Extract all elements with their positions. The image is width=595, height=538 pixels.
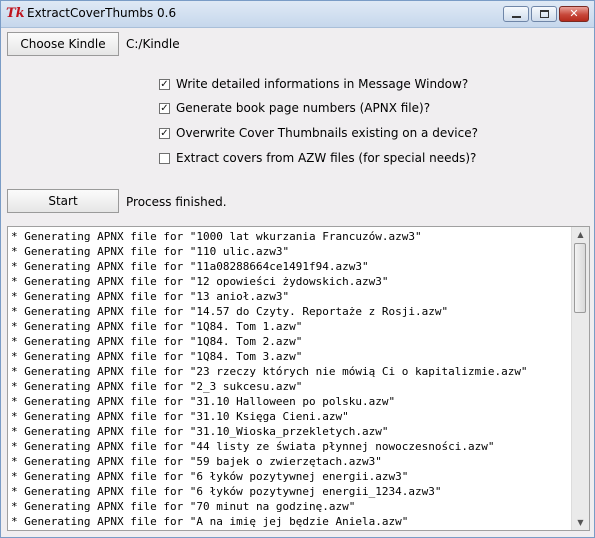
message-window[interactable]: * Generating APNX file for "1000 lat wku… [7, 226, 590, 531]
log-line: * Generating APNX file for "1000 lat wku… [11, 230, 422, 243]
choose-kindle-button[interactable]: Choose Kindle [7, 32, 119, 56]
log-line: * Generating APNX file for "A na imię je… [11, 515, 409, 528]
log-line: * Generating APNX file for "1Q84. Tom 3.… [11, 350, 303, 363]
log-line: * Generating APNX file for "13 anioł.azw… [11, 290, 290, 303]
minimize-button[interactable] [503, 6, 529, 22]
log-lines: * Generating APNX file for "1000 lat wku… [11, 229, 571, 529]
maximize-button[interactable] [531, 6, 557, 22]
app-window: Tk ExtractCoverThumbs 0.6 ✕ Choose Kindl… [0, 0, 595, 538]
log-line: * Generating APNX file for "70 minut na … [11, 500, 356, 513]
log-line: * Generating APNX file for "2_3 sukcesu.… [11, 380, 303, 393]
log-line: * Generating APNX file for "1Q84. Tom 1.… [11, 320, 303, 333]
log-line: * Generating APNX file for "31.10 Księga… [11, 410, 349, 423]
log-line: * Generating APNX file for "110 ulic.azw… [11, 245, 290, 258]
scroll-up-icon[interactable]: ▲ [573, 227, 588, 242]
log-line: * Generating APNX file for "12 opowieści… [11, 275, 389, 288]
close-button[interactable]: ✕ [559, 6, 589, 22]
checkbox[interactable]: ✓ [159, 79, 170, 90]
scrollbar-thumb[interactable] [574, 243, 586, 313]
log-line: * Generating APNX file for "44 listy ze … [11, 440, 495, 453]
title-bar[interactable]: Tk ExtractCoverThumbs 0.6 ✕ [1, 1, 594, 28]
close-icon: ✕ [569, 7, 579, 20]
checkbox[interactable] [159, 153, 170, 164]
log-line: * Generating APNX file for "14.57 do Czy… [11, 305, 449, 318]
window-title: ExtractCoverThumbs 0.6 [27, 6, 177, 20]
tk-feather-icon[interactable]: Tk [6, 5, 25, 22]
option-label: Write detailed informations in Message W… [176, 77, 469, 91]
maximize-icon [540, 10, 549, 18]
main-panel: Choose Kindle C:/Kindle ✓ Write detailed… [1, 28, 594, 537]
scroll-down-icon[interactable]: ▼ [573, 515, 588, 530]
option-label: Extract covers from AZW files (for speci… [176, 151, 477, 165]
log-line: * Generating APNX file for "23 rzeczy kt… [11, 365, 528, 378]
vertical-scrollbar[interactable]: ▲ ▼ [571, 227, 589, 530]
log-line: * Generating APNX file for "6 łyków pozy… [11, 485, 442, 498]
start-button[interactable]: Start [7, 189, 119, 213]
log-line: * Generating APNX file for "31.10_Wioska… [11, 425, 389, 438]
log-line: * Generating APNX file for "1Q84. Tom 2.… [11, 335, 303, 348]
checkbox[interactable]: ✓ [159, 128, 170, 139]
log-line: * Generating APNX file for "31.10 Hallow… [11, 395, 396, 408]
option-label: Overwrite Cover Thumbnails existing on a… [176, 126, 478, 140]
status-label: Process finished. [126, 195, 227, 209]
log-line: * Generating APNX file for "11a08288664c… [11, 260, 369, 273]
kindle-path-label: C:/Kindle [126, 37, 180, 51]
log-line: * Generating APNX file for "59 bajek o z… [11, 455, 382, 468]
log-line: * Generating APNX file for "6 łyków pozy… [11, 470, 409, 483]
minimize-icon [512, 16, 521, 18]
checkbox[interactable]: ✓ [159, 103, 170, 114]
option-label: Generate book page numbers (APNX file)? [176, 101, 431, 115]
